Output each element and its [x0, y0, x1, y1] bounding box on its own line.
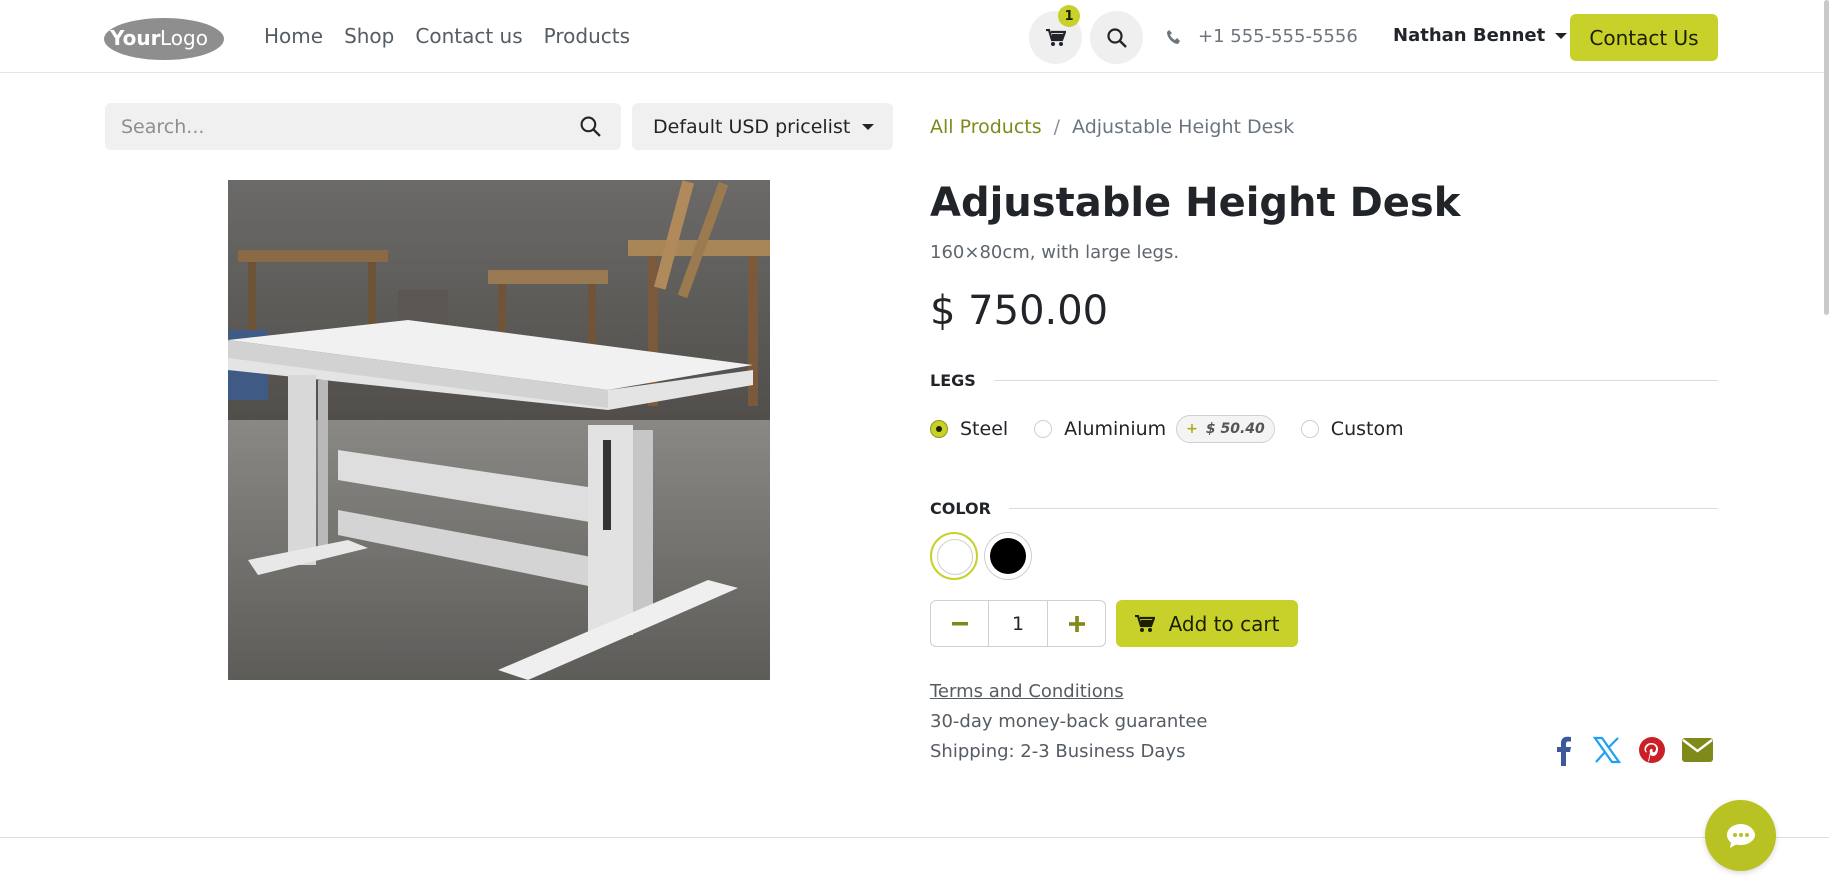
svg-text:Logo: Logo	[160, 26, 208, 50]
company-logo[interactable]: Your Logo	[104, 17, 225, 61]
color-swatch-black[interactable]	[984, 532, 1032, 580]
search-icon	[1106, 27, 1127, 48]
price-extra-badge: + $ 50.40	[1176, 415, 1275, 443]
product-price: $ 750.00	[930, 288, 1109, 334]
cart-icon	[1045, 28, 1066, 46]
chevron-down-icon	[862, 123, 875, 130]
live-chat-button[interactable]	[1705, 800, 1776, 871]
legs-option-custom[interactable]: Custom	[1300, 418, 1404, 440]
nav-home[interactable]: Home	[264, 24, 323, 48]
facebook-icon[interactable]	[1556, 736, 1572, 766]
divider	[1008, 508, 1718, 509]
legs-option-label: Custom	[1330, 418, 1404, 440]
color-swatch-white[interactable]	[930, 532, 978, 580]
decrease-quantity-button[interactable]	[931, 601, 988, 646]
increase-quantity-button[interactable]	[1048, 601, 1105, 646]
breadcrumb: All Products / Adjustable Height Desk	[930, 116, 1294, 138]
cart-icon	[1134, 614, 1155, 632]
legs-options: Steel Aluminium + $ 50.40 Custom	[930, 415, 1404, 443]
breadcrumb-separator: /	[1053, 116, 1061, 138]
search-icon[interactable]	[580, 116, 601, 137]
minus-icon	[951, 621, 968, 625]
nav-shop[interactable]: Shop	[344, 24, 394, 48]
legs-option-steel[interactable]: Steel	[930, 418, 1008, 440]
cart-count-badge: 1	[1058, 5, 1080, 27]
header-search-button[interactable]	[1090, 11, 1143, 64]
radio-custom[interactable]	[1300, 420, 1319, 438]
legs-option-label: Steel	[960, 418, 1009, 440]
plus-icon: +	[1186, 421, 1198, 437]
phone-number: +1 555-555-5556	[1198, 26, 1358, 47]
legs-label: LEGS	[930, 371, 976, 390]
quantity-value[interactable]: 1	[988, 601, 1048, 646]
color-label: COLOR	[930, 499, 991, 518]
svg-text:Your: Your	[109, 26, 161, 50]
divider	[993, 380, 1718, 381]
chat-icon	[1726, 823, 1755, 848]
breadcrumb-all-products[interactable]: All Products	[930, 116, 1042, 138]
legs-heading: LEGS	[930, 371, 1718, 390]
nav-contact-us[interactable]: Contact us	[415, 24, 522, 48]
cart-button[interactable]: 1	[1029, 5, 1082, 64]
product-subtitle: 160×80cm, with large legs.	[930, 242, 1180, 263]
plus-icon	[1068, 615, 1085, 632]
user-menu[interactable]: Nathan Bennet	[1393, 25, 1568, 46]
legs-option-label: Aluminium	[1064, 418, 1167, 440]
product-search	[105, 103, 621, 150]
main-nav: Home Shop Contact us Products	[264, 24, 630, 48]
add-to-cart-label: Add to cart	[1168, 611, 1280, 636]
price-extra-value: $ 50.40	[1205, 421, 1265, 437]
chevron-down-icon	[1555, 32, 1568, 39]
contact-us-button[interactable]: Contact Us	[1570, 14, 1718, 61]
phone-contact[interactable]: +1 555-555-5556	[1166, 26, 1358, 47]
pricelist-label: Default USD pricelist	[653, 115, 851, 138]
x-twitter-icon[interactable]	[1593, 736, 1621, 764]
add-to-cart-button[interactable]: Add to cart	[1116, 600, 1298, 647]
radio-aluminium[interactable]	[1034, 420, 1053, 438]
breadcrumb-current: Adjustable Height Desk	[1072, 116, 1295, 138]
product-title: Adjustable Height Desk	[930, 180, 1461, 226]
user-name: Nathan Bennet	[1393, 25, 1546, 46]
phone-icon	[1167, 29, 1180, 44]
guarantee-text: 30-day money-back guarantee	[930, 711, 1208, 732]
footer-divider	[0, 837, 1829, 838]
search-input[interactable]	[121, 103, 581, 150]
email-icon[interactable]	[1682, 736, 1713, 762]
shipping-text: Shipping: 2-3 Business Days	[930, 741, 1186, 762]
nav-products[interactable]: Products	[544, 24, 630, 48]
pinterest-icon[interactable]	[1638, 736, 1666, 764]
top-header: Your Logo Home Shop Contact us Products …	[0, 0, 1829, 73]
color-heading: COLOR	[930, 499, 1718, 518]
quantity-stepper: 1	[930, 600, 1106, 647]
product-image[interactable]	[228, 180, 770, 680]
radio-steel[interactable]	[930, 420, 948, 438]
pricelist-dropdown[interactable]: Default USD pricelist	[632, 103, 893, 150]
terms-link[interactable]: Terms and Conditions	[930, 681, 1124, 702]
legs-option-aluminium[interactable]: Aluminium + $ 50.40	[1034, 415, 1275, 443]
page-scrollbar[interactable]	[1824, 0, 1829, 315]
